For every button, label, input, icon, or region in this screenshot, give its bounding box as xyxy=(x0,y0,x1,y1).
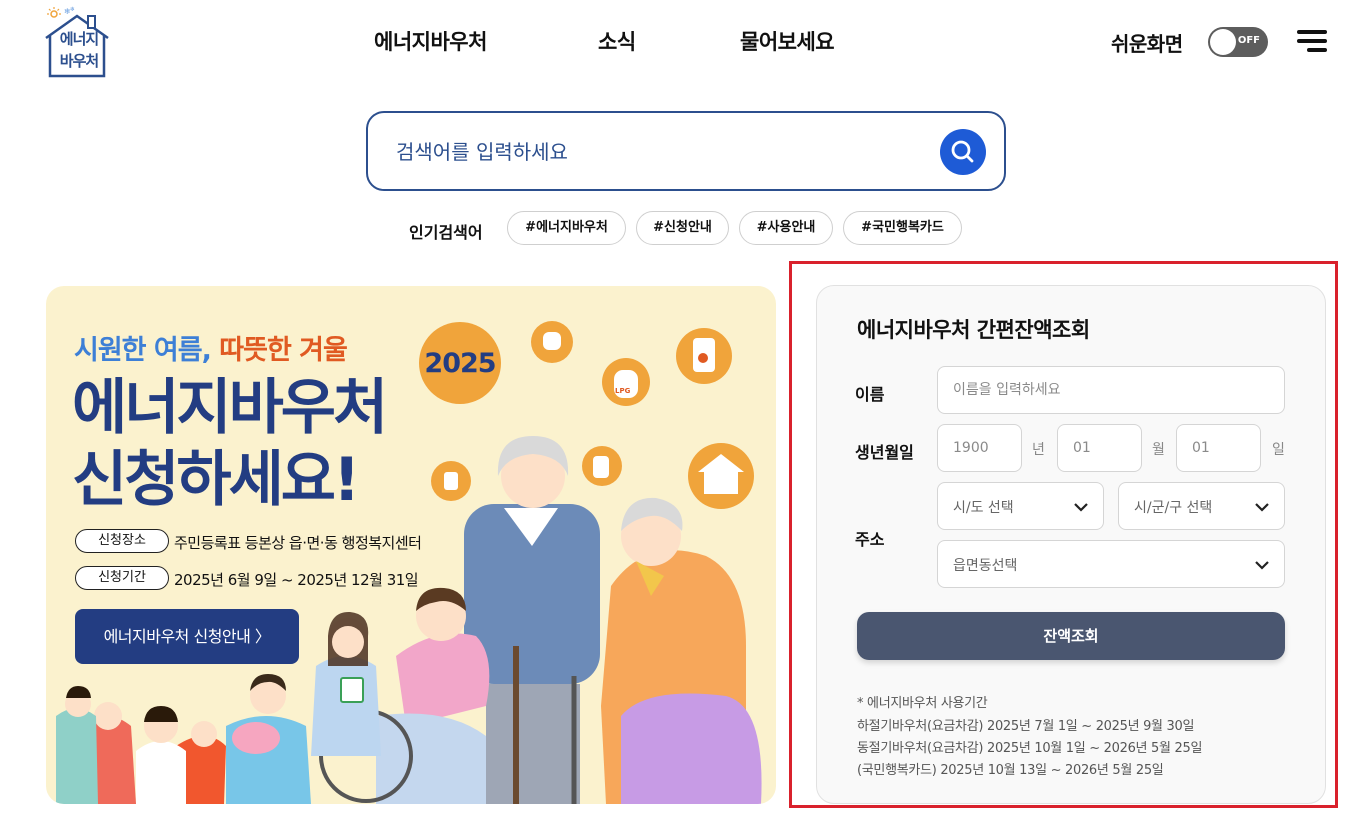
name-label: 이름 xyxy=(855,385,885,404)
sido-select-text: 시/도 선택 xyxy=(953,500,1014,516)
lpg-icon-label: LPG xyxy=(615,387,631,395)
popular-tag[interactable]: #신청안내 xyxy=(636,211,729,245)
banner-subtitle-summer: 시원한 여름, xyxy=(74,335,212,366)
logo-line-1: 에너지 xyxy=(59,30,99,48)
usage-period-winter: 동절기바우처(요금차감) 2025년 10월 1일 ~ 2026년 5월 25일 xyxy=(857,741,1203,756)
chevron-down-icon xyxy=(1074,503,1088,512)
search-button[interactable] xyxy=(940,129,986,175)
usage-period-card: (국민행복카드) 2025년 10월 13일 ~ 2026년 5월 25일 xyxy=(857,763,1164,778)
promo-banner[interactable]: 시원한 여름, 따뜻한 겨울 에너지바우처 신청하세요! 2025 LPG 신청… xyxy=(46,286,776,804)
logo-text: 에너지 바우처 xyxy=(53,28,105,72)
year-badge-text: 2025 xyxy=(424,348,496,379)
birthdate-label: 생년월일 xyxy=(855,443,914,462)
logo-line-2: 바우처 xyxy=(59,52,99,70)
usage-period-heading: * 에너지바우처 사용기간 xyxy=(857,696,988,711)
easy-screen-toggle[interactable]: OFF xyxy=(1208,27,1268,57)
popular-tag[interactable]: #사용안내 xyxy=(739,211,833,245)
balance-inquiry-card: 에너지바우처 간편잔액조회 이름 생년월일 1900 년 01 월 01 일 주… xyxy=(816,285,1326,804)
day-unit: 일 xyxy=(1272,442,1285,458)
banner-title: 에너지바우처 신청하세요! xyxy=(72,372,388,516)
year-badge: 2025 xyxy=(419,322,501,404)
application-guide-button[interactable]: 에너지바우처 신청안내 〉 xyxy=(75,609,299,664)
birth-day-input[interactable]: 01 xyxy=(1176,424,1261,472)
sido-select[interactable]: 시/도 선택 xyxy=(937,482,1104,530)
sigungu-select-text: 시/군/구 선택 xyxy=(1134,500,1213,516)
chevron-down-icon xyxy=(1255,561,1269,570)
place-pill: 신청장소 xyxy=(75,529,169,553)
hamburger-menu-icon[interactable] xyxy=(1297,30,1327,54)
address-label: 주소 xyxy=(855,530,885,549)
easy-screen-label: 쉬운화면 xyxy=(1111,32,1183,56)
popular-tag[interactable]: #국민행복카드 xyxy=(843,211,962,245)
popular-search-label: 인기검색어 xyxy=(409,223,483,242)
birth-year-input[interactable]: 1900 xyxy=(937,424,1022,472)
emd-select-text: 읍면동선택 xyxy=(953,558,1018,574)
svg-text:❄: ❄ xyxy=(70,6,75,13)
site-logo[interactable]: ❄ ❄ 에너지 바우처 xyxy=(44,6,110,80)
search-input[interactable] xyxy=(396,135,916,169)
chevron-down-icon xyxy=(1255,503,1269,512)
popular-tag[interactable]: #에너지바우처 xyxy=(507,211,626,245)
nav-energy-voucher[interactable]: 에너지바우처 xyxy=(374,26,487,56)
place-text: 주민등록표 등본상 읍·면·동 행정복지센터 xyxy=(174,534,422,552)
search-box xyxy=(366,111,1006,191)
search-icon xyxy=(951,140,974,163)
banner-subtitle: 시원한 여름, 따뜻한 겨울 xyxy=(74,328,348,367)
period-pill: 신청기간 xyxy=(75,566,169,590)
nav-news[interactable]: 소식 xyxy=(598,26,636,56)
period-text: 2025년 6월 9일 ~ 2025년 12월 31일 xyxy=(174,571,419,589)
banner-title-line-2: 신청하세요! xyxy=(72,445,360,515)
sigungu-select[interactable]: 시/군/구 선택 xyxy=(1118,482,1285,530)
usage-period-summer: 하절기바우처(요금차감) 2025년 7월 1일 ~ 2025년 9월 30일 xyxy=(857,719,1195,734)
banner-title-line-1: 에너지바우처 xyxy=(72,373,388,443)
toggle-state-text: OFF xyxy=(1237,35,1260,46)
banner-subtitle-winter: 따뜻한 겨울 xyxy=(219,335,348,366)
name-input[interactable] xyxy=(937,366,1285,414)
year-unit: 년 xyxy=(1032,442,1045,458)
month-unit: 월 xyxy=(1152,442,1165,458)
birth-month-input[interactable]: 01 xyxy=(1057,424,1142,472)
balance-query-button[interactable]: 잔액조회 xyxy=(857,612,1285,660)
toggle-knob xyxy=(1210,29,1236,55)
emd-select[interactable]: 읍면동선택 xyxy=(937,540,1285,588)
balance-inquiry-title: 에너지바우처 간편잔액조회 xyxy=(857,318,1090,342)
nav-ask[interactable]: 물어보세요 xyxy=(740,26,835,56)
